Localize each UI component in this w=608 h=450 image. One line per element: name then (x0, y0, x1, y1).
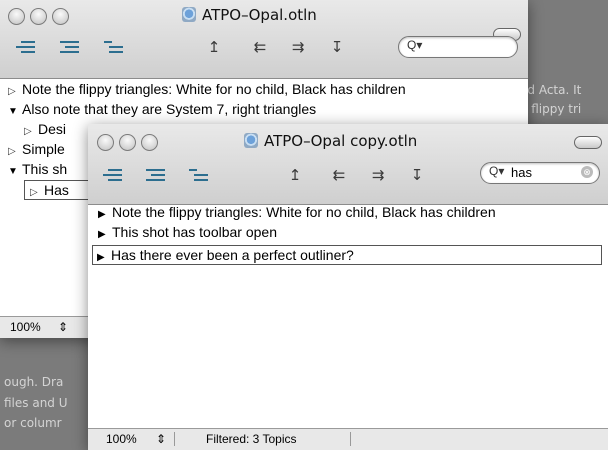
move-down-icon[interactable]: ↧ (407, 166, 427, 184)
zoom-stepper-icon[interactable]: ⇕ (156, 432, 166, 446)
clear-search-icon[interactable]: ⊗ (581, 166, 593, 178)
zoom-level[interactable]: 100% (106, 432, 137, 446)
filter-status: Filtered: 3 Topics (206, 432, 297, 446)
disclosure-triangle-icon[interactable]: ▶ (98, 209, 112, 220)
status-separator (174, 432, 175, 446)
minimize-button[interactable] (30, 8, 47, 25)
outdent-icon[interactable] (146, 166, 166, 184)
move-left-icon[interactable]: ⇇ (250, 38, 270, 56)
new-child-icon[interactable] (189, 166, 209, 184)
zoom-button[interactable] (141, 134, 158, 151)
outline-row[interactable]: ▷ Simple (8, 141, 65, 157)
move-up-icon[interactable]: ↥ (285, 166, 305, 184)
close-button[interactable] (8, 8, 25, 25)
move-right-icon[interactable]: ⇉ (368, 166, 388, 184)
minimize-button[interactable] (119, 134, 136, 151)
disclosure-triangle-icon[interactable]: ▷ (24, 126, 38, 137)
front-window-toolbar: ATPO–Opal copy.otln ↥ ⇇ ⇉ ↧ Q▾ has ⊗ (88, 124, 608, 205)
disclosure-triangle-icon[interactable]: ▷ (30, 187, 44, 198)
zoom-stepper-icon[interactable]: ⇕ (58, 320, 68, 334)
search-value[interactable]: has (511, 165, 532, 180)
outline-row[interactable]: ▷ Desi (24, 121, 66, 137)
new-child-icon[interactable] (104, 38, 124, 56)
outline-row[interactable]: ▼ This sh (8, 161, 67, 177)
outdent-icon[interactable] (60, 38, 80, 56)
zoom-button[interactable] (52, 8, 69, 25)
background-text: e flippy tri (520, 102, 582, 116)
indent-icon[interactable] (16, 38, 36, 56)
document-icon (182, 7, 196, 22)
disclosure-triangle-icon[interactable]: ▶ (97, 252, 111, 263)
status-bar: 100% ⇕ Filtered: 3 Topics (88, 428, 608, 450)
status-separator (350, 432, 351, 446)
window-title: ATPO–Opal copy.otln (244, 132, 417, 150)
background-text: files and U (4, 396, 68, 410)
disclosure-triangle-icon[interactable]: ▼ (8, 166, 22, 177)
outline-row[interactable]: ▼ Also note that they are System 7, right… (8, 101, 316, 117)
disclosure-triangle-icon[interactable]: ▷ (8, 146, 22, 157)
zoom-level[interactable]: 100% (10, 320, 41, 334)
move-up-icon[interactable]: ↥ (204, 38, 224, 56)
search-icon: Q▾ (489, 164, 505, 178)
background-text: or columr (4, 416, 62, 430)
move-right-icon[interactable]: ⇉ (288, 38, 308, 56)
outline-row-selected[interactable]: ▶ Has there ever been a perfect outliner? (92, 245, 602, 265)
window-title: ATPO–Opal.otln (182, 6, 317, 24)
move-down-icon[interactable]: ↧ (327, 38, 347, 56)
search-input[interactable]: Q▾ has ⊗ (480, 162, 600, 184)
move-left-icon[interactable]: ⇇ (329, 166, 349, 184)
search-icon: Q▾ (407, 38, 423, 52)
close-button[interactable] (97, 134, 114, 151)
background-text: ough. Dra (4, 375, 64, 389)
document-icon (244, 133, 258, 148)
back-window-toolbar: ATPO–Opal.otln ↥ ⇇ ⇉ ↧ Q▾ (0, 0, 528, 79)
toolbar-toggle-button[interactable] (574, 136, 602, 149)
indent-icon[interactable] (103, 166, 123, 184)
outline-row[interactable]: ▷ Note the flippy triangles: White for no… (8, 81, 406, 97)
front-window[interactable]: ATPO–Opal copy.otln ↥ ⇇ ⇉ ↧ Q▾ has ⊗ ▶ No… (88, 124, 608, 450)
outline-row[interactable]: ▶ This shot has toolbar open (98, 224, 277, 240)
disclosure-triangle-icon[interactable]: ▷ (8, 86, 22, 97)
disclosure-triangle-icon[interactable]: ▼ (8, 106, 22, 117)
background-text: ed Acta. It (520, 83, 582, 97)
search-input[interactable]: Q▾ (398, 36, 518, 58)
disclosure-triangle-icon[interactable]: ▶ (98, 229, 112, 240)
outline-row[interactable]: ▶ Note the flippy triangles: White for no… (98, 204, 496, 220)
